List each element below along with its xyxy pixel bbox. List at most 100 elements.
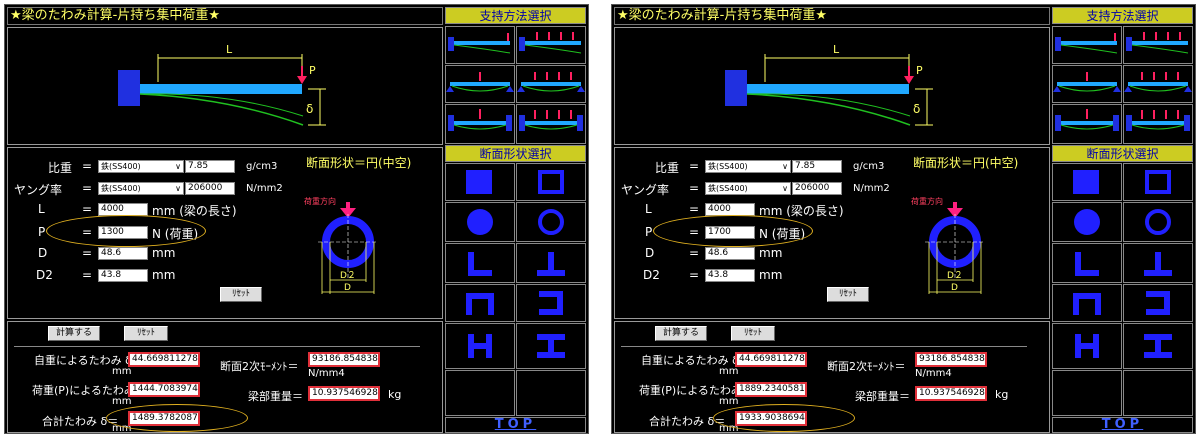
shape-angle[interactable] [1052,243,1122,283]
beam-weight-output: 10.93754692800( [308,386,380,401]
moment-output: 93186.85483800( [915,352,987,367]
diameter-input[interactable]: 48.6 [705,247,755,260]
shape-i-beam[interactable] [516,323,586,369]
shape-i-beam[interactable] [1123,323,1193,369]
support-simple-point[interactable] [445,65,515,103]
section-shape-label: 断面形状＝円(中空) [306,156,412,170]
young-material-select[interactable]: 鉄(SS400) ∨ [705,182,791,195]
shape-solid-square[interactable] [445,163,515,201]
support-cantilever-point[interactable] [1052,26,1122,64]
reset-button[interactable]: ﾘｾｯﾄ [827,287,869,302]
shape-hollow-square[interactable] [516,163,586,201]
top-link[interactable]: TOP [446,418,585,432]
support-simple-point[interactable] [1052,65,1122,103]
top-link-cell: TOP [445,417,586,433]
shape-solid-square[interactable] [1052,163,1122,201]
section-shape-label: 断面形状＝円(中空) [913,156,1019,170]
shape-solid-circle[interactable] [445,202,515,242]
cantilever-diagram: L P δ [118,43,326,126]
span-label: L [226,43,233,56]
support-fixed-point[interactable] [445,104,515,144]
beam-weight-unit: kg [995,388,1009,401]
diameter-input[interactable]: 48.6 [98,247,148,260]
top-link[interactable]: TOP [1053,418,1192,432]
reset-button[interactable]: ﾘｾｯﾄ [220,287,262,302]
support-cantilever-uniform[interactable] [1123,26,1193,64]
highlight-oval [713,404,855,432]
unit: mm [112,396,132,407]
young-input[interactable]: 206000 [792,182,842,195]
support-cantilever-point[interactable] [445,26,515,64]
moment-output: 93186.85483800( [308,352,380,367]
shape-angle[interactable] [445,243,515,283]
load-deflection-output: 1444.708397437 [128,382,200,397]
eq: = [82,181,93,195]
support-method-header: 支持方法選択 [445,7,586,24]
beam-weight-label: 梁部重量＝ [248,390,303,403]
deflection-label: δ [913,102,920,116]
page-title: ★梁のたわみ計算-片持ち集中荷重★ [614,7,1050,25]
shape-channel-down[interactable] [445,284,515,322]
diameter-unit: mm [759,246,783,260]
moment-unit: N/mm4 [308,368,345,379]
hollow-circle-diagram: D２ D [925,202,985,294]
shape-channel-side[interactable] [1123,284,1193,322]
support-fixed-uniform[interactable] [516,104,586,144]
density-input[interactable]: 7.85 [185,160,235,173]
eq: = [689,181,700,195]
cantilever-diagram: L P δ [725,43,933,126]
support-cantilever-uniform[interactable] [516,26,586,64]
shape-tee[interactable] [516,243,586,283]
shape-empty-slot [445,370,515,416]
dim-d2: D２ [947,271,963,281]
eq: = [689,268,700,282]
inner-diameter-input[interactable]: 43.8 [98,269,148,282]
reset-button[interactable]: ﾘｾｯﾄ [731,326,775,341]
shape-channel-down[interactable] [1052,284,1122,322]
calculate-button[interactable]: 計算する [655,326,707,341]
density-material-select[interactable]: 鉄(SS400) ∨ [705,160,791,173]
shape-solid-circle[interactable] [1052,202,1122,242]
beam-weight-label: 梁部重量＝ [855,390,910,403]
beam-diagram-panel: L P δ [614,27,1050,145]
shape-hollow-circle[interactable] [1123,202,1193,242]
inner-diameter-input[interactable]: 43.8 [705,269,755,282]
density-material-select[interactable]: 鉄(SS400) ∨ [98,160,184,173]
young-unit: N/mm2 [853,183,890,194]
support-simple-uniform[interactable] [516,65,586,103]
shape-hollow-square[interactable] [1123,163,1193,201]
shape-channel-side[interactable] [516,284,586,322]
inner-diameter-unit: mm [759,268,783,282]
support-fixed-uniform[interactable] [1123,104,1193,144]
section-shape-header: 断面形状選択 [445,145,586,162]
shape-hollow-circle[interactable] [516,202,586,242]
eq: = [82,268,93,282]
moment-unit: N/mm4 [915,368,952,379]
length-label: L [38,202,45,216]
density-input[interactable]: 7.85 [792,160,842,173]
calculate-button[interactable]: 計算する [48,326,100,341]
support-simple-uniform[interactable] [1123,65,1193,103]
eq: = [689,202,700,216]
shape-h-beam[interactable] [445,323,515,369]
beam-diagram-panel: L P δ [7,27,443,145]
shape-tee[interactable] [1123,243,1193,283]
load-label: P [645,225,653,239]
length-label: L [645,202,652,216]
shape-h-beam[interactable] [1052,323,1122,369]
young-input[interactable]: 206000 [185,182,235,195]
input-panel: 比重 = 鉄(SS400) ∨ 7.85 g/cm3 ヤング率 = 鉄(SS400… [7,147,443,319]
support-fixed-point[interactable] [1052,104,1122,144]
young-material-select[interactable]: 鉄(SS400) ∨ [98,182,184,195]
density-unit: g/cm3 [246,161,278,172]
input-panel: 比重 = 鉄(SS400) ∨ 7.85 g/cm3 ヤング率 = 鉄(SS400… [614,147,1050,319]
eq: = [82,202,93,216]
inner-diameter-unit: mm [152,268,176,282]
highlight-oval [106,404,248,432]
beam-weight-unit: kg [388,388,402,401]
moment-label: 断面2次ﾓｰﾒﾝﾄ＝ [827,360,906,373]
eq: = [689,246,700,260]
results-panel: 計算する ﾘｾｯﾄ 自重によるたわみ δ＝ mm 44.669811278 荷重… [7,321,443,433]
load-label: P [916,64,923,77]
reset-button[interactable]: ﾘｾｯﾄ [124,326,168,341]
